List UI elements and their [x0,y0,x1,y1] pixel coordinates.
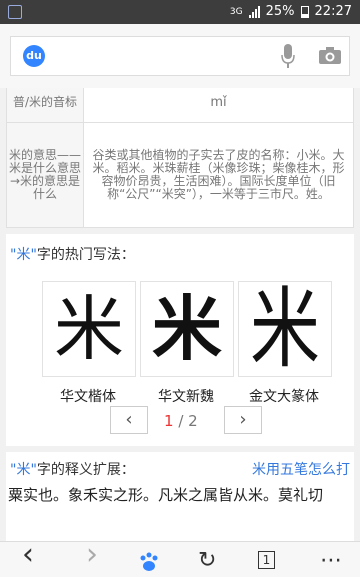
writing-title: "米"字的热门写法： [10,247,135,263]
camera-icon[interactable] [319,46,341,64]
writing-glyph: 米 [54,288,124,370]
search-header: du [0,24,360,88]
writing-card[interactable]: 米 [42,281,136,377]
extend-title: "米"字的释义扩展： [10,462,135,478]
writing-card[interactable]: 米 [140,281,234,377]
writing-glyph: 米 [152,288,222,370]
writing-glyph: 米 [250,277,320,381]
page-content: 普/米的音标 mǐ 米的意思——米是什么意思→米的意思是什么 谷类或其他植物的子… [0,88,360,541]
clock: 22:27 [314,4,352,19]
tabs-button[interactable]: 1 [258,551,275,569]
search-input[interactable] [53,43,267,69]
baidu-logo-icon[interactable]: du [23,45,45,67]
next-page-button[interactable]: › [224,406,262,434]
pager: ‹ 1 / 2 › [110,406,262,436]
back-button[interactable]: ‹ [22,540,34,570]
table-row: 普/米的音标 mǐ [6,88,354,123]
network-type: 3G [229,6,243,17]
prev-page-button[interactable]: ‹ [110,406,148,434]
battery-percent: 25% [265,4,295,19]
total-pages: 2 [188,412,198,430]
writing-label: 华文楷体 [60,389,116,405]
wubi-link[interactable]: 米用五笔怎么打 [252,459,350,479]
table-row: 米的意思——米是什么意思→米的意思是什么 谷类或其他植物的子实去了皮的名称：小米… [6,122,354,228]
info-table: 普/米的音标 mǐ 米的意思——米是什么意思→米的意思是什么 谷类或其他植物的子… [6,88,354,228]
menu-button[interactable]: ⋯ [320,550,342,572]
signal-icon [248,5,260,18]
baidu-home-icon[interactable] [138,552,160,572]
writing-section: "米"字的热门写法： 米 米 米 华文楷体 华文新魏 金文大篆体 ‹ 1 / 2… [6,234,354,446]
current-page: 1 [164,412,174,430]
table-key: 米的意思——米是什么意思→米的意思是什么 [6,122,84,228]
writing-card[interactable]: 米 [238,278,332,380]
writing-label: 金文大篆体 [249,389,319,405]
page-indicator: 1 / 2 [164,412,198,430]
search-box[interactable]: du [10,36,350,76]
microphone-icon[interactable] [281,44,295,68]
browser-toolbar: ‹ › ↻ 1 ⋯ [0,540,360,577]
table-key: 普/米的音标 [6,88,84,123]
status-bar: 3G 25% 22:27 [0,0,360,24]
battery-icon [300,5,309,18]
forward-button[interactable]: › [86,540,98,570]
status-right: 3G 25% 22:27 [230,4,352,19]
refresh-button[interactable]: ↻ [198,550,216,572]
extend-text: 粟实也。象禾实之形。凡米之属皆从米。莫礼切 [8,486,324,504]
table-value: 谷类或其他植物的子实去了皮的名称：小米。大米。稻米。米珠薪桂（米像珍珠；柴像桂木… [83,122,354,228]
writing-label: 华文新魏 [158,389,214,405]
table-value: mǐ [83,88,354,123]
app-notification-icon [8,5,22,19]
extend-section: "米"字的释义扩展： 米用五笔怎么打 粟实也。象禾实之形。凡米之属皆从米。莫礼切 [6,452,354,541]
